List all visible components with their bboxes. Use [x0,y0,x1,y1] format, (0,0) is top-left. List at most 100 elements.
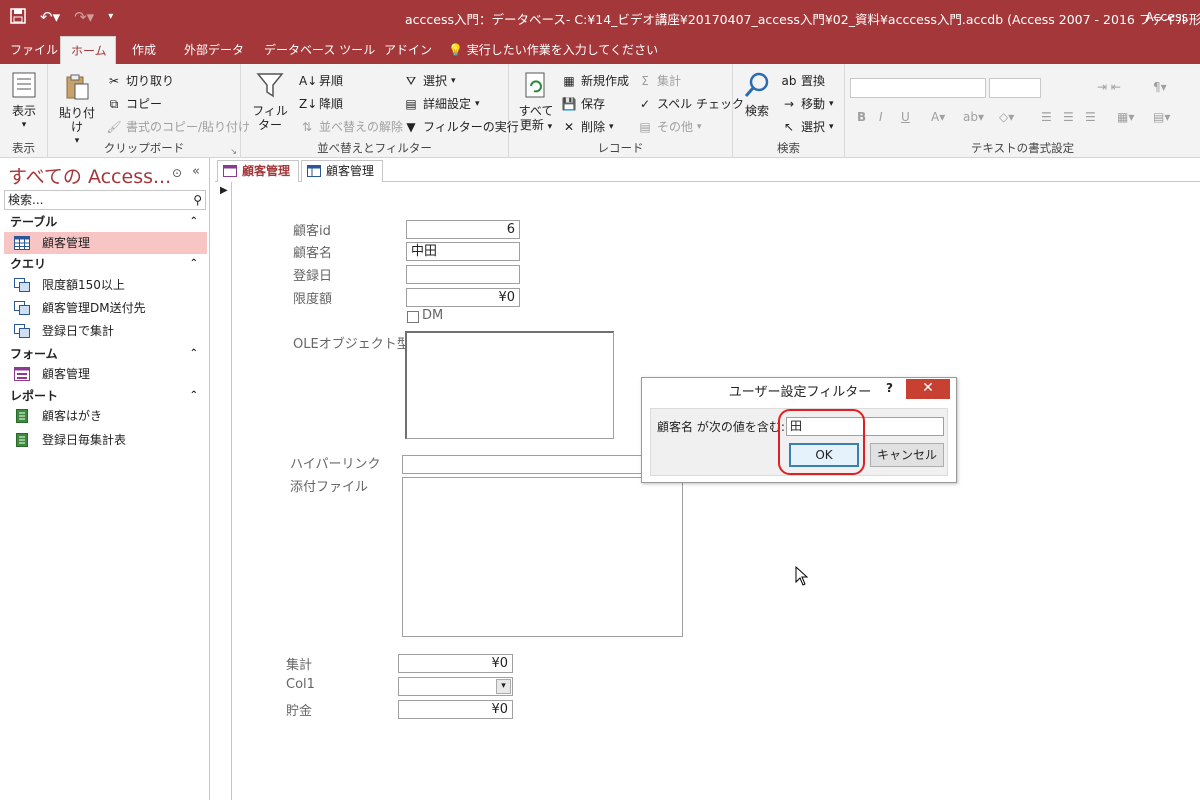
registration-date-field[interactable] [406,265,520,284]
nav-item-query[interactable]: 顧客管理DM送付先 [4,297,207,319]
field-label: 顧客id [293,224,331,239]
sort-asc-button[interactable]: A↓ 昇順 [299,72,343,89]
pointer-icon: ↖ [783,119,795,134]
savings-label: 貯金 [286,704,313,719]
customize-qat-icon[interactable]: ▾ [108,11,113,28]
attachment-field[interactable] [402,477,683,637]
close-icon[interactable]: ✕ [906,379,950,399]
savings-field[interactable]: ¥0 [398,700,513,719]
underline-button[interactable]: U [901,110,910,124]
font-color-icon[interactable]: A▾ [931,110,945,124]
copy-button[interactable]: ⧉ コピー [106,95,162,112]
tab-create[interactable]: 作成 [122,36,166,64]
spelling-button[interactable]: ✓ スペル チェック [637,95,744,112]
replace-button[interactable]: ab 置換 [781,72,826,89]
save-record-button[interactable]: 💾 保存 [561,95,606,112]
group-view: 表示 ▾ 表示 [0,64,48,158]
cancel-button[interactable]: キャンセル [870,443,944,467]
filter-button[interactable]: フィルター [247,70,293,132]
totals-button[interactable]: Σ 集計 [637,72,681,89]
tab-file[interactable]: ファイル [0,36,68,64]
nav-section-tables[interactable]: テーブル ⌃ [0,212,210,232]
field-label: 限度額 [293,292,333,307]
nav-section-forms[interactable]: フォーム ⌃ [0,344,210,364]
nav-item-query[interactable]: 登録日で集計 [4,320,207,342]
group-find: 検索 ab 置換 → 移動 ▾ ↖ 選択 ▾ 検索 [733,64,845,158]
ole-object-frame[interactable] [405,331,614,439]
gridlines-icon[interactable]: ▦▾ [1117,110,1134,124]
tab-addins[interactable]: アドイン [374,36,442,64]
sort-desc-icon: Z↓ [299,96,318,111]
col1-combo[interactable]: ▾ [398,677,513,696]
italic-button[interactable]: I [879,110,883,124]
spelling-icon: ✓ [639,96,651,111]
nav-section-queries[interactable]: クエリ ⌃ [0,254,210,274]
refresh-all-button[interactable]: すべて 更新 ▾ [515,70,557,134]
form-icon [223,165,237,177]
advanced-filter-button[interactable]: ▤ 詳細設定 ▾ [403,95,479,112]
new-record-button[interactable]: ▦ 新規作成 [561,72,629,89]
nav-section-reports[interactable]: レポート ⌃ [0,386,210,406]
redo-icon[interactable]: ↷▾ [74,8,94,28]
nav-pane-title[interactable]: すべての Access... [8,162,171,189]
save-icon[interactable] [10,8,26,28]
clear-sort-button[interactable]: ⇅ 並べ替えの解除 [299,118,403,135]
font-size-combo[interactable] [989,78,1041,98]
highlight-color-icon[interactable]: ab▾ [963,110,984,124]
indent-icon[interactable]: ⇥ ⇤ [1097,80,1121,94]
dm-checkbox[interactable] [407,311,419,323]
align-center-icon[interactable]: ☰ [1063,110,1074,124]
collapse-chevron-icon: ⌃ [189,258,198,269]
sort-desc-button[interactable]: Z↓ 降順 [299,95,343,112]
delete-record-button[interactable]: ✕ 削除 ▾ [561,118,614,135]
total-field[interactable]: ¥0 [398,654,513,673]
find-button[interactable]: 検索 [739,70,775,118]
tab-database-tools[interactable]: データベース ツール [254,36,385,64]
fill-color-icon[interactable]: ◇▾ [999,110,1014,124]
goto-button[interactable]: → 移動 ▾ [781,95,834,112]
form-icon [14,367,30,381]
tell-me-box[interactable]: 💡 実行したい作業を入力してください [448,36,658,64]
query-icon [14,278,30,292]
format-painter-button[interactable]: 🖌 書式のコピー/貼り付け [106,118,250,135]
funnel-icon [255,70,285,100]
customer-name-field[interactable]: 中田 [406,242,520,261]
toggle-filter-button[interactable]: ▼ フィルターの実行 [403,118,518,135]
nav-item-report[interactable]: 登録日毎集計表 [4,429,207,451]
undo-icon[interactable]: ↶▾ [40,8,60,28]
hyperlink-field[interactable] [402,455,682,474]
selection-filter-button[interactable]: ⛛ 選択 ▾ [403,72,456,89]
font-name-combo[interactable] [850,78,986,98]
nav-item-form-customers[interactable]: 顧客管理 [4,363,207,385]
collapse-pane-icon[interactable]: « [192,164,200,179]
nav-search-input[interactable]: 検索... ⚲ [4,190,206,210]
customer-id-field[interactable]: 6 [406,220,520,239]
nav-item-table-customers[interactable]: 顧客管理 [4,232,207,254]
tab-external-data[interactable]: 外部データ [174,36,254,64]
bold-button[interactable]: B [857,110,866,124]
record-selector[interactable]: ▶ [215,182,232,800]
dialog-launcher-icon[interactable]: ↘ [230,147,237,156]
nav-item-report[interactable]: 顧客はがき [4,405,207,427]
rtl-icon[interactable]: ¶▾ [1153,80,1167,94]
select-button[interactable]: ↖ 選択 ▾ [781,118,834,135]
dropdown-arrow-icon[interactable]: ▾ [496,679,511,694]
more-button[interactable]: ▤ その他 ▾ [637,118,701,135]
nav-item-query[interactable]: 限度額150以上 [4,274,207,296]
align-left-icon[interactable]: ☰ [1041,110,1052,124]
cut-button[interactable]: ✂ 切り取り [106,72,174,89]
help-icon[interactable]: ? [886,381,893,395]
align-right-icon[interactable]: ☰ [1085,110,1096,124]
alternate-row-color-icon[interactable]: ▤▾ [1153,110,1170,124]
field-label: 顧客名 [293,246,333,261]
tab-home[interactable]: ホーム [60,36,116,64]
save-icon: 💾 [561,96,577,111]
paste-button[interactable]: 貼り付け ▾ [54,72,100,148]
ole-label: OLEオブジェクト型 [293,337,410,352]
view-button[interactable]: 表示 ▾ [6,70,42,132]
nav-menu-icon[interactable]: ⊙ [172,166,182,180]
magnifier-icon [742,70,772,100]
doc-tab-form[interactable]: 顧客管理 [217,160,300,182]
doc-tab-table[interactable]: 顧客管理 [301,160,384,182]
credit-limit-field[interactable]: ¥0 [406,288,520,307]
